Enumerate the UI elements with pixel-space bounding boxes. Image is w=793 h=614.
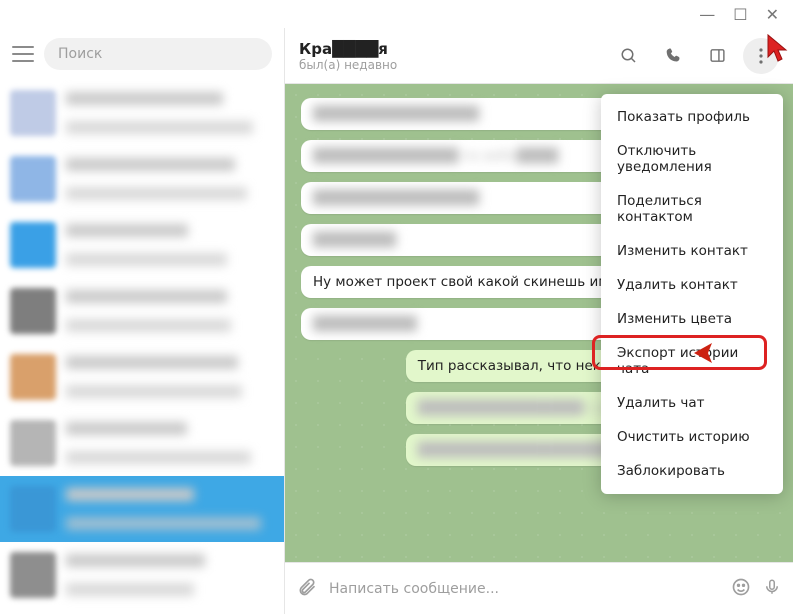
chat-list-item[interactable]: [0, 80, 284, 146]
more-icon[interactable]: [743, 38, 779, 74]
voice-icon[interactable]: [763, 577, 781, 601]
chat-main: Кра████я был(а) недавно ████████████████…: [285, 28, 793, 614]
menu-item-8[interactable]: Очистить историю: [601, 420, 783, 454]
minimize-button[interactable]: —: [699, 5, 715, 24]
avatar: [10, 354, 56, 400]
avatar: [10, 156, 56, 202]
avatar: [10, 486, 56, 532]
window-titlebar: — ☐ ✕: [0, 0, 793, 28]
sidebar: Поиск: [0, 28, 285, 614]
menu-item-1[interactable]: Отключить уведомления: [601, 134, 783, 184]
chat-list-item[interactable]: [0, 476, 284, 542]
menu-item-9[interactable]: Заблокировать: [601, 454, 783, 488]
menu-item-7[interactable]: Удалить чат: [601, 386, 783, 420]
chat-title[interactable]: Кра████я: [299, 40, 603, 58]
emoji-icon[interactable]: [731, 577, 751, 601]
chat-list-item[interactable]: [0, 542, 284, 608]
message-input[interactable]: Написать сообщение...: [329, 581, 719, 597]
context-menu: Показать профильОтключить уведомленияПод…: [601, 94, 783, 494]
sidebar-toggle-icon[interactable]: [699, 38, 735, 74]
menu-item-3[interactable]: Изменить контакт: [601, 234, 783, 268]
avatar: [10, 288, 56, 334]
menu-item-4[interactable]: Удалить контакт: [601, 268, 783, 302]
menu-item-6[interactable]: Экспорт истории чата: [601, 336, 783, 386]
avatar: [10, 420, 56, 466]
chat-list-item[interactable]: [0, 278, 284, 344]
call-icon[interactable]: [655, 38, 691, 74]
menu-button[interactable]: [12, 46, 34, 62]
search-icon[interactable]: [611, 38, 647, 74]
chat-list-item[interactable]: [0, 344, 284, 410]
menu-item-5[interactable]: Изменить цвета: [601, 302, 783, 336]
chat-subtitle: был(а) недавно: [299, 58, 603, 72]
menu-item-0[interactable]: Показать профиль: [601, 100, 783, 134]
chat-header: Кра████я был(а) недавно: [285, 28, 793, 84]
avatar: [10, 222, 56, 268]
close-button[interactable]: ✕: [766, 5, 779, 24]
attach-icon[interactable]: [297, 577, 317, 601]
chat-list-item[interactable]: [0, 212, 284, 278]
chat-list: [0, 80, 284, 614]
composer: Написать сообщение...: [285, 562, 793, 614]
menu-item-2[interactable]: Поделиться контактом: [601, 184, 783, 234]
maximize-button[interactable]: ☐: [733, 5, 747, 24]
search-input[interactable]: Поиск: [44, 38, 272, 70]
avatar: [10, 90, 56, 136]
avatar: [10, 552, 56, 598]
chat-list-item[interactable]: [0, 146, 284, 212]
chat-list-item[interactable]: [0, 410, 284, 476]
